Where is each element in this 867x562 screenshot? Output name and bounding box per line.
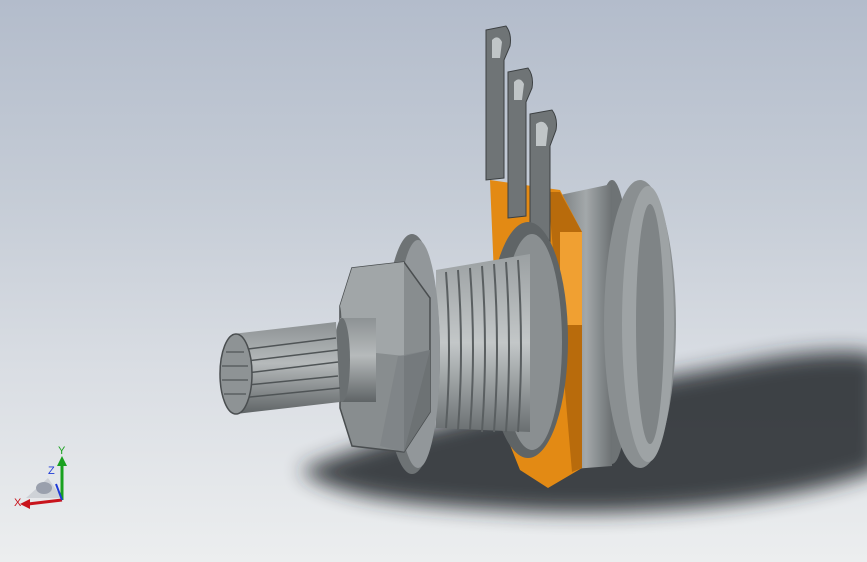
threaded-bushing[interactable] xyxy=(436,254,530,433)
knurled-shaft[interactable] xyxy=(219,322,341,415)
y-axis-label: Y xyxy=(58,445,66,457)
graphics-viewport[interactable] xyxy=(0,0,867,562)
z-axis-label: Z xyxy=(48,465,55,477)
x-axis-arrow xyxy=(20,498,63,509)
potentiometer-model[interactable] xyxy=(219,25,676,488)
terminal-1[interactable] xyxy=(485,25,511,181)
coordinate-triad[interactable]: X Y Z xyxy=(12,444,74,510)
x-axis-label: X xyxy=(14,497,22,509)
shaft-collar xyxy=(334,318,376,402)
